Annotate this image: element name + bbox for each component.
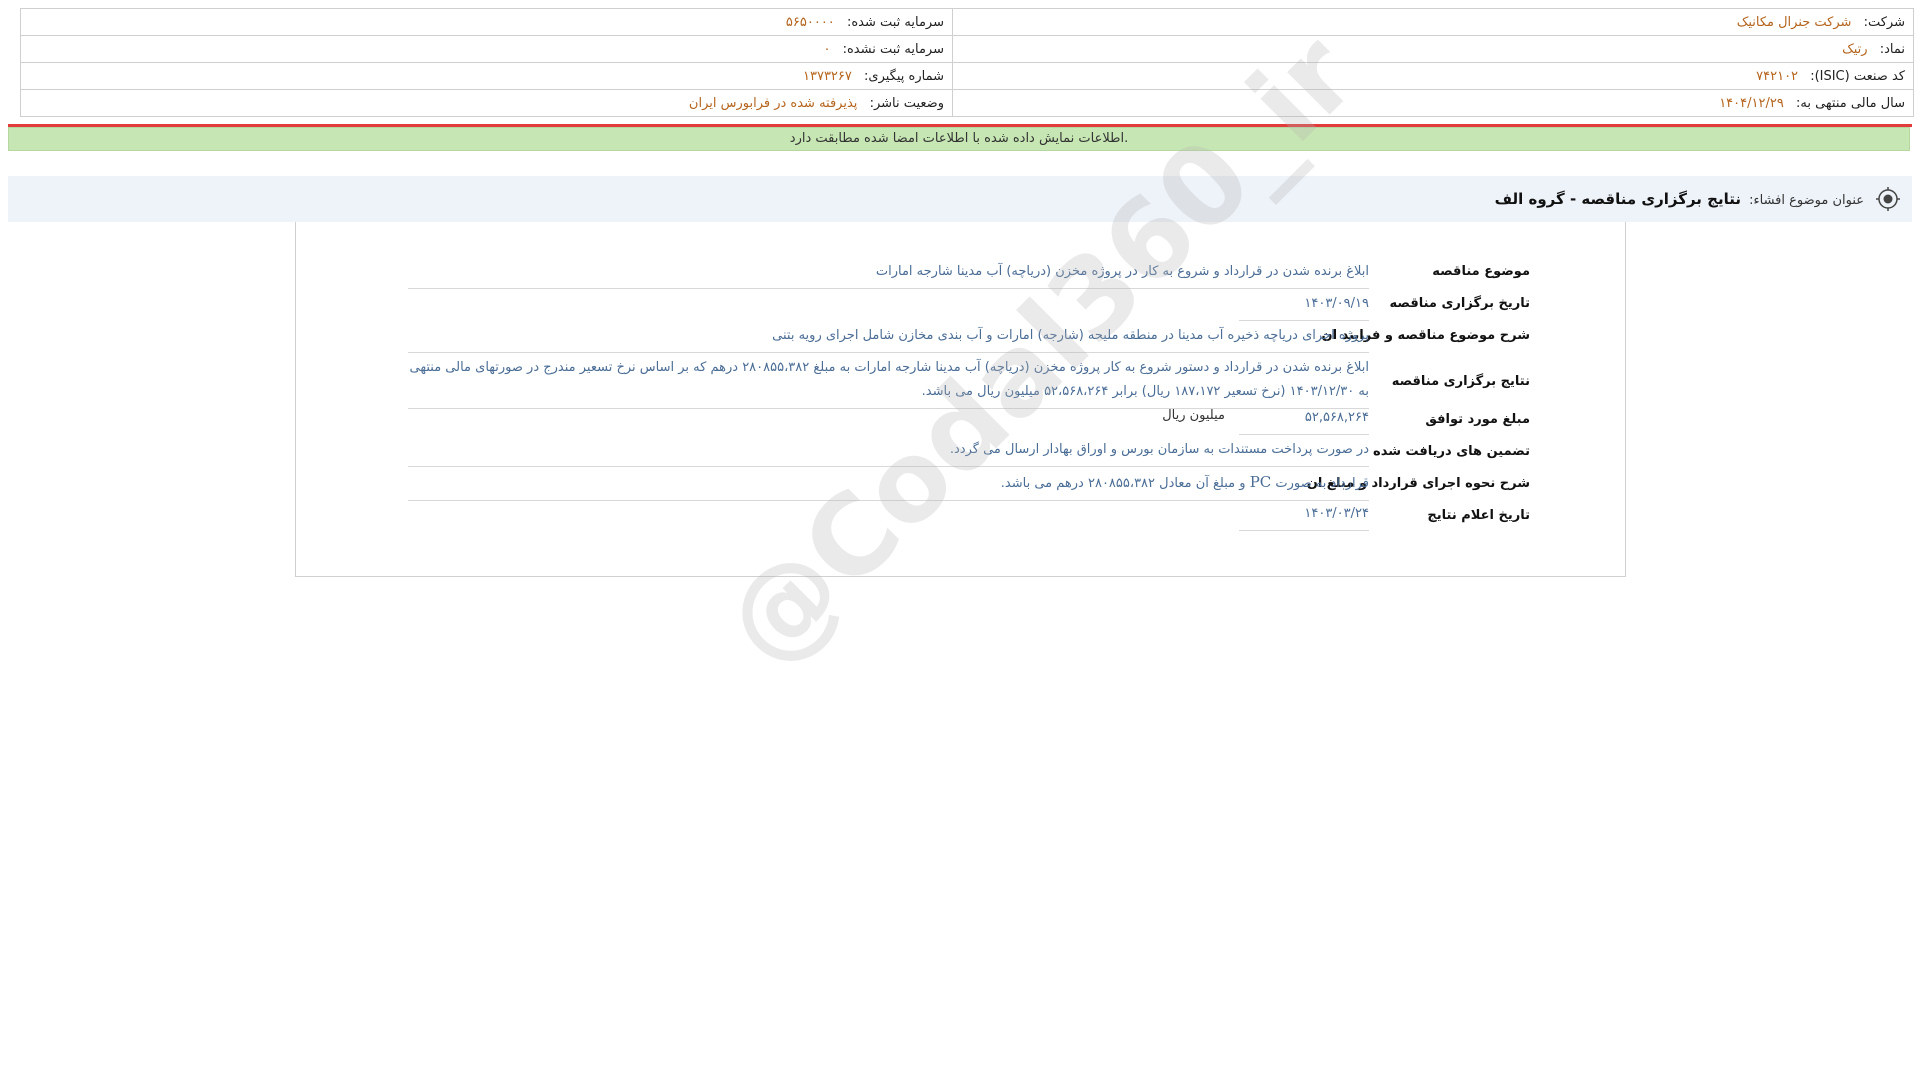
- tender-date-label: تاریخ برگزاری مناقصه: [1389, 296, 1530, 311]
- title-label: عنوان موضوع افشاء:: [1749, 193, 1864, 208]
- execution-text-pre: قرارداد به صورت: [1275, 476, 1369, 491]
- registered-capital-cell: سرمایه ثبت شده: ۵۶۵۰۰۰۰: [20, 8, 953, 36]
- info-row: سال مالی منتهی به: ۱۴۰۴/۱۲/۲۹ وضعیت ناشر…: [20, 89, 1914, 117]
- amount-value: ۵۲,۵۶۸,۲۶۴: [1239, 406, 1369, 435]
- isic-label: کد صنعت (ISIC):: [1810, 68, 1905, 84]
- guarantees-label: تضمین های دریافت شده: [1373, 444, 1530, 459]
- company-info-table: شرکت: شرکت جنرال مکانیک سرمایه ثبت شده: …: [20, 8, 1914, 117]
- unregistered-capital-label: سرمایه ثبت نشده:: [842, 41, 944, 57]
- description-value: پروژه اجرای دریاچه ذخیره آب مدینا در منط…: [408, 324, 1369, 353]
- subject-label: موضوع مناقصه: [1432, 264, 1530, 279]
- page-title: عنوان موضوع افشاء: نتایج برگزاری مناقصه …: [1495, 176, 1864, 224]
- tender-date-value: ۱۴۰۳/۰۹/۱۹: [1239, 292, 1369, 321]
- company-label: شرکت:: [1863, 14, 1905, 30]
- results-label: نتایج برگزاری مناقصه: [1391, 374, 1530, 389]
- fiscal-year-label: سال مالی منتهی به:: [1795, 95, 1905, 111]
- publisher-status-label: وضعیت ناشر:: [869, 95, 944, 111]
- tracking-label: شماره پیگیری:: [864, 68, 944, 84]
- registered-capital-value: ۵۶۵۰۰۰۰: [785, 14, 835, 30]
- results-value: ابلاغ برنده شدن در قرارداد و دستور شروع …: [408, 356, 1369, 409]
- signature-match-notice: اطلاعات نمایش داده شده با اطلاعات امضا ش…: [8, 127, 1910, 151]
- execution-text-post: و مبلغ آن معادل ۲۸۰۸۵۵،۳۸۲ درهم می باشد.: [1000, 476, 1246, 491]
- symbol-cell: نماد: رتیک: [952, 35, 1914, 63]
- execution-text-pc: PC: [1249, 473, 1272, 491]
- announce-date-label: تاریخ اعلام نتایج: [1427, 508, 1530, 523]
- amount-unit: میلیون ریال: [1162, 408, 1225, 423]
- info-row: نماد: رتیک سرمایه ثبت نشده: ۰: [20, 35, 1914, 63]
- fiscal-year-value: ۱۴۰۴/۱۲/۲۹: [1719, 95, 1784, 111]
- unregistered-capital-value: ۰: [823, 41, 831, 57]
- disclosure-title-bar: عنوان موضوع افشاء: نتایج برگزاری مناقصه …: [8, 176, 1912, 222]
- tracking-cell: شماره پیگیری: ۱۳۷۳۲۶۷: [20, 62, 953, 90]
- isic-cell: کد صنعت (ISIC): ۷۴۲۱۰۲: [952, 62, 1914, 90]
- unregistered-capital-cell: سرمایه ثبت نشده: ۰: [20, 35, 953, 63]
- company-cell: شرکت: شرکت جنرال مکانیک: [952, 8, 1914, 36]
- tracking-value: ۱۳۷۳۲۶۷: [803, 68, 852, 84]
- company-value[interactable]: شرکت جنرال مکانیک: [1737, 15, 1852, 30]
- isic-value: ۷۴۲۱۰۲: [1756, 68, 1799, 84]
- publisher-status-value: پذیرفته شده در فرابورس ایران: [688, 95, 858, 111]
- symbol-label: نماد:: [1879, 41, 1905, 57]
- fiscal-year-cell: سال مالی منتهی به: ۱۴۰۴/۱۲/۲۹: [952, 89, 1914, 117]
- announce-date-value: ۱۴۰۳/۰۳/۲۴: [1239, 502, 1369, 531]
- info-row: شرکت: شرکت جنرال مکانیک سرمایه ثبت شده: …: [20, 8, 1914, 36]
- target-icon: [1876, 187, 1900, 211]
- title-value: نتایج برگزاری مناقصه - گروه الف: [1494, 190, 1741, 208]
- publisher-status-cell: وضعیت ناشر: پذیرفته شده در فرابورس ایران: [20, 89, 953, 117]
- registered-capital-label: سرمایه ثبت شده:: [846, 14, 944, 30]
- amount-label: مبلغ مورد توافق: [1425, 412, 1530, 427]
- info-row: کد صنعت (ISIC): ۷۴۲۱۰۲ شماره پیگیری: ۱۳۷…: [20, 62, 1914, 90]
- subject-value: ابلاغ برنده شدن در قرارداد و شروع به کار…: [408, 260, 1369, 289]
- symbol-value[interactable]: رتیک: [1842, 42, 1867, 57]
